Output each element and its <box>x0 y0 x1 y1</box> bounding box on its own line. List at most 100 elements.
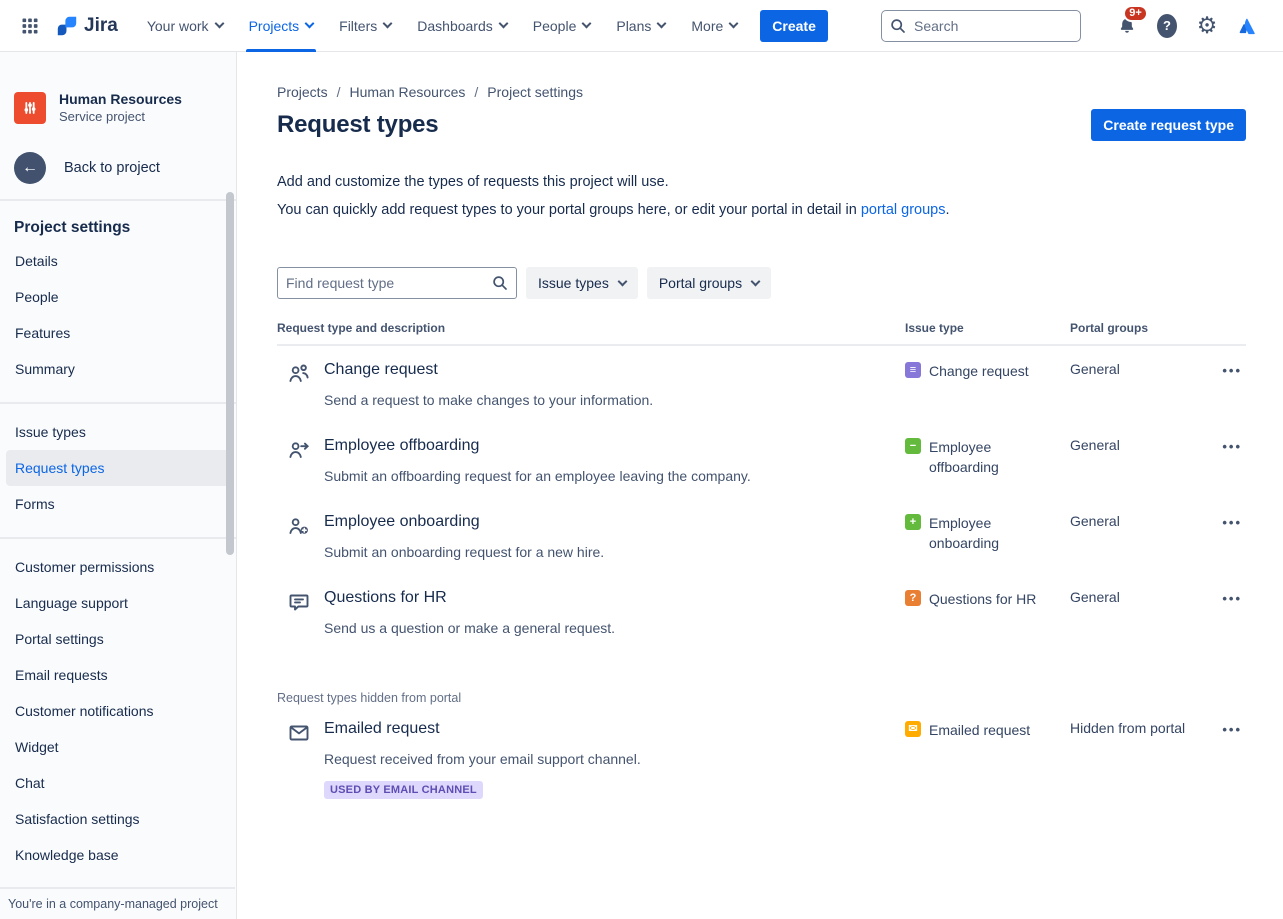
column-portal-groups: Portal groups <box>1070 321 1214 335</box>
create-request-type-button[interactable]: Create request type <box>1091 109 1246 141</box>
request-type-title[interactable]: Questions for HR <box>324 589 615 607</box>
sidebar-item-summary[interactable]: Summary <box>6 351 230 387</box>
portal-groups-filter[interactable]: Portal groups <box>647 267 771 299</box>
chevron-down-icon <box>582 19 592 29</box>
nav-your-work[interactable]: Your work <box>136 0 234 52</box>
nav-plans[interactable]: Plans <box>605 0 676 52</box>
sidebar-item-features[interactable]: Features <box>6 315 230 351</box>
nav-projects[interactable]: Projects <box>238 0 325 52</box>
sidebar-item-forms[interactable]: Forms <box>6 486 230 522</box>
issue-type-icon: ? <box>905 590 921 606</box>
notification-count-badge: 9+ <box>1123 5 1148 22</box>
project-name: Human Resources <box>59 90 182 108</box>
issue-type-cell: ≡ Change request <box>905 361 1070 422</box>
nav-people[interactable]: People <box>522 0 602 52</box>
search-input[interactable] <box>881 10 1081 42</box>
sidebar-item-language-support[interactable]: Language support <box>6 585 230 621</box>
table-row: Employee onboarding Submit an onboarding… <box>277 498 1246 574</box>
sidebar-item-knowledge-base[interactable]: Knowledge base <box>6 837 230 873</box>
column-issue-type: Issue type <box>905 321 1070 335</box>
portal-group-cell: General <box>1070 361 1214 422</box>
issue-types-filter[interactable]: Issue types <box>526 267 638 299</box>
sidebar-item-chat[interactable]: Chat <box>6 765 230 801</box>
sidebar-item-customer-notifications[interactable]: Customer notifications <box>6 693 230 729</box>
sidebar-group-channels: Customer permissions Language support Po… <box>0 549 236 873</box>
atlassian-app-button[interactable] <box>1231 10 1263 42</box>
main-content: Projects / Human Resources / Project set… <box>237 52 1283 919</box>
description-line-1: Add and customize the types of requests … <box>277 168 1246 196</box>
help-button[interactable]: ? <box>1151 10 1183 42</box>
request-type-description: Submit an onboarding request for a new h… <box>324 544 604 560</box>
person-arrow-right-icon <box>287 438 311 462</box>
find-request-type-input[interactable] <box>277 267 517 299</box>
envelope-icon <box>287 721 311 745</box>
back-to-project-label: Back to project <box>64 160 160 176</box>
page-description: Add and customize the types of requests … <box>277 168 1246 224</box>
sidebar-heading: Project settings <box>14 219 222 237</box>
nav-filters[interactable]: Filters <box>328 0 402 52</box>
sliders-icon <box>19 97 41 119</box>
breadcrumb-project-settings[interactable]: Project settings <box>487 84 583 100</box>
nav-more[interactable]: More <box>680 0 748 52</box>
sidebar-divider <box>0 402 236 404</box>
sidebar-item-email-requests[interactable]: Email requests <box>6 657 230 693</box>
notifications-button[interactable]: 9+ <box>1111 10 1143 42</box>
filter-bar: Issue types Portal groups <box>277 267 1246 299</box>
row-actions-button[interactable]: ••• <box>1218 720 1246 739</box>
table-row: Employee offboarding Submit an offboardi… <box>277 422 1246 498</box>
sidebar-scrollbar[interactable] <box>226 192 234 555</box>
sidebar-item-satisfaction-settings[interactable]: Satisfaction settings <box>6 801 230 837</box>
table-row: Change request Send a request to make ch… <box>277 346 1246 422</box>
project-avatar <box>14 92 46 124</box>
sidebar-item-details[interactable]: Details <box>6 243 230 279</box>
request-type-title[interactable]: Change request <box>324 361 653 379</box>
app-switcher-icon[interactable] <box>14 10 46 42</box>
portal-group-cell: Hidden from portal <box>1070 720 1214 799</box>
row-actions-button[interactable]: ••• <box>1218 589 1246 608</box>
used-by-email-channel-badge: USED BY EMAIL CHANNEL <box>324 781 483 799</box>
sidebar-item-widget[interactable]: Widget <box>6 729 230 765</box>
row-actions-button[interactable]: ••• <box>1218 361 1246 380</box>
comment-icon <box>287 590 311 614</box>
portal-group-cell: General <box>1070 437 1214 498</box>
sidebar-item-request-types[interactable]: Request types <box>6 450 230 486</box>
nav-dashboards[interactable]: Dashboards <box>406 0 518 52</box>
portal-groups-link[interactable]: portal groups <box>861 202 946 218</box>
jira-mark-icon <box>54 13 80 39</box>
search-icon <box>890 18 906 34</box>
description-line-2: You can quickly add request types to you… <box>277 196 1246 224</box>
sidebar-item-people[interactable]: People <box>6 279 230 315</box>
person-add-icon <box>287 514 311 538</box>
issue-type-cell: − Employee offboarding <box>905 437 1070 498</box>
request-type-title[interactable]: Employee onboarding <box>324 513 604 531</box>
project-sidebar: Human Resources Service project ← Back t… <box>0 52 237 919</box>
back-to-project[interactable]: ← Back to project <box>14 152 220 184</box>
issue-type-icon: + <box>905 514 921 530</box>
request-type-title[interactable]: Emailed request <box>324 720 641 738</box>
create-button[interactable]: Create <box>760 10 828 42</box>
sidebar-item-portal-settings[interactable]: Portal settings <box>6 621 230 657</box>
gear-icon: ⚙ <box>1197 14 1218 37</box>
sidebar-item-customer-permissions[interactable]: Customer permissions <box>6 549 230 585</box>
chevron-down-icon <box>305 19 315 29</box>
row-actions-button[interactable]: ••• <box>1218 437 1246 456</box>
row-actions-button[interactable]: ••• <box>1218 513 1246 532</box>
sidebar-divider <box>0 199 236 201</box>
breadcrumb-projects[interactable]: Projects <box>277 84 328 100</box>
jira-logo[interactable]: Jira <box>54 13 118 39</box>
breadcrumb-human-resources[interactable]: Human Resources <box>349 84 465 100</box>
settings-button[interactable]: ⚙ <box>1191 10 1223 42</box>
request-type-description: Send us a question or make a general req… <box>324 620 615 636</box>
project-header: Human Resources Service project <box>14 90 220 125</box>
page-title: Request types <box>277 111 438 139</box>
request-type-description: Send a request to make changes to your i… <box>324 392 653 408</box>
sidebar-item-issue-types[interactable]: Issue types <box>6 414 230 450</box>
request-type-title[interactable]: Employee offboarding <box>324 437 751 455</box>
chevron-down-icon <box>498 19 508 29</box>
table-header: Request type and description Issue type … <box>277 321 1246 346</box>
chevron-down-icon <box>383 19 393 29</box>
sidebar-group-types: Issue types Request types Forms <box>0 414 236 522</box>
sidebar-footer: You're in a company-managed project <box>0 887 235 919</box>
request-type-description: Request received from your email support… <box>324 751 641 767</box>
find-request-type <box>277 267 517 299</box>
